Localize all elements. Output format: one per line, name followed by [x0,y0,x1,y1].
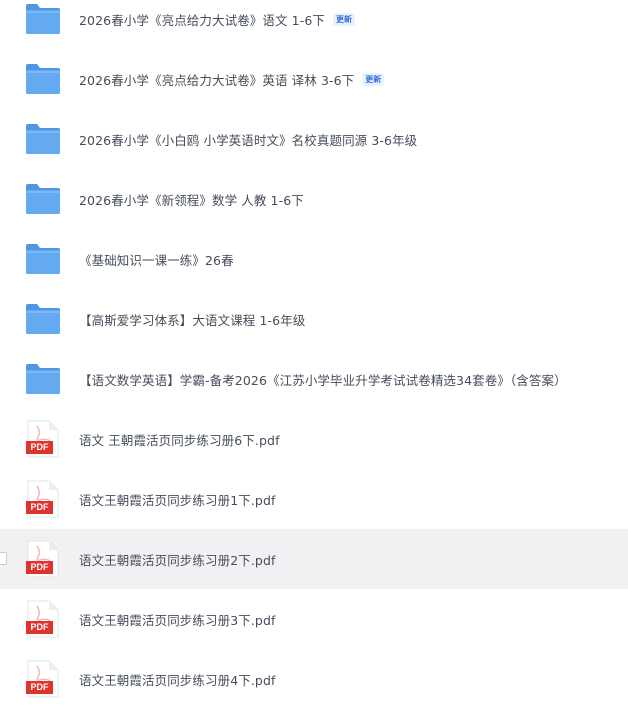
pdf-icon-label: PDF [30,562,49,572]
pdf-file-icon: PDF [24,600,62,638]
folder-row[interactable]: 【高斯爱学习体系】大语文课程 1-6年级 [0,289,628,349]
update-badge: 更新 [362,72,385,86]
file-name[interactable]: 语文王朝霞活页同步练习册2下.pdf [79,550,276,569]
pdf-icon-label: PDF [30,682,49,692]
folder-row[interactable]: 2026春小学《亮点给力大试卷》语文 1-6下 更新 [0,0,628,49]
pdf-icon-label: PDF [30,442,49,452]
folder-icon [24,300,62,338]
folder-row[interactable]: 2026春小学《新领程》数学 人教 1-6下 [0,169,628,229]
folder-icon [24,180,62,218]
item-name-container: 语文王朝霞活页同步练习册3下.pdf [79,589,276,649]
folder-icon [24,360,62,398]
pdf-icon-label: PDF [30,622,49,632]
folder-name[interactable]: 《基础知识一课一练》26春 [79,250,234,269]
folder-name[interactable]: 2026春小学《新领程》数学 人教 1-6下 [79,190,304,209]
folder-icon [24,60,62,98]
file-name[interactable]: 语文王朝霞活页同步练习册3下.pdf [79,610,276,629]
folder-icon [24,240,62,278]
file-name[interactable]: 语文王朝霞活页同步练习册1下.pdf [79,490,276,509]
update-badge: 更新 [333,12,356,26]
pdf-icon-label: PDF [30,502,49,512]
pdf-file-icon: PDF [24,540,62,578]
folder-row[interactable]: 2026春小学《小白鸥 小学英语时文》名校真题同源 3-6年级 [0,109,628,169]
item-name-container: 语文 王朝霞活页同步练习册6下.pdf [79,409,280,469]
pdf-file-icon: PDF [24,480,62,518]
item-name-container: 【高斯爱学习体系】大语文课程 1-6年级 [79,289,305,349]
item-name-container: 语文王朝霞活页同步练习册1下.pdf [79,469,276,529]
item-name-container: 《基础知识一课一练》26春 [79,229,234,289]
folder-name[interactable]: 【高斯爱学习体系】大语文课程 1-6年级 [79,310,305,329]
file-row[interactable]: PDF 语文 王朝霞活页同步练习册6下.pdf [0,409,628,469]
folder-row[interactable]: 《基础知识一课一练》26春 [0,229,628,289]
file-row[interactable]: PDF 语文王朝霞活页同步练习册3下.pdf [0,589,628,649]
file-list: 2026春小学《亮点给力大试卷》语文 1-6下 更新 2026春小学《亮点给力大试卷… [0,0,628,709]
item-name-container: 2026春小学《亮点给力大试卷》英语 译林 3-6下 更新 [79,49,385,109]
file-name[interactable]: 语文 王朝霞活页同步练习册6下.pdf [79,430,280,449]
folder-icon [24,120,62,158]
pdf-file-icon: PDF [24,660,62,698]
item-name-container: 2026春小学《新领程》数学 人教 1-6下 [79,169,304,229]
folder-row[interactable]: 【语文数学英语】学霸-备考2026《江苏小学毕业升学考试试卷精选34套卷》（含答… [0,349,628,409]
folder-name[interactable]: 2026春小学《亮点给力大试卷》英语 译林 3-6下 [79,70,354,89]
file-name[interactable]: 语文王朝霞活页同步练习册4下.pdf [79,670,276,689]
folder-row[interactable]: 2026春小学《亮点给力大试卷》英语 译林 3-6下 更新 [0,49,628,109]
file-row[interactable]: PDF 语文王朝霞活页同步练习册4下.pdf [0,649,628,709]
folder-name[interactable]: 2026春小学《小白鸥 小学英语时文》名校真题同源 3-6年级 [79,130,417,149]
file-row[interactable]: PDF 语文王朝霞活页同步练习册1下.pdf [0,469,628,529]
file-row[interactable]: PDF 语文王朝霞活页同步练习册2下.pdf [0,529,628,589]
folder-name[interactable]: 【语文数学英语】学霸-备考2026《江苏小学毕业升学考试试卷精选34套卷》（含答… [79,370,567,389]
item-name-container: 语文王朝霞活页同步练习册2下.pdf [79,529,276,589]
folder-name[interactable]: 2026春小学《亮点给力大试卷》语文 1-6下 [79,10,325,29]
pdf-file-icon: PDF [24,420,62,458]
item-name-container: 2026春小学《亮点给力大试卷》语文 1-6下 更新 [79,0,356,49]
item-name-container: 语文王朝霞活页同步练习册4下.pdf [79,649,276,709]
row-checkbox[interactable] [0,552,7,565]
item-name-container: 2026春小学《小白鸥 小学英语时文》名校真题同源 3-6年级 [79,109,417,169]
item-name-container: 【语文数学英语】学霸-备考2026《江苏小学毕业升学考试试卷精选34套卷》（含答… [79,349,567,409]
folder-icon [24,0,62,38]
